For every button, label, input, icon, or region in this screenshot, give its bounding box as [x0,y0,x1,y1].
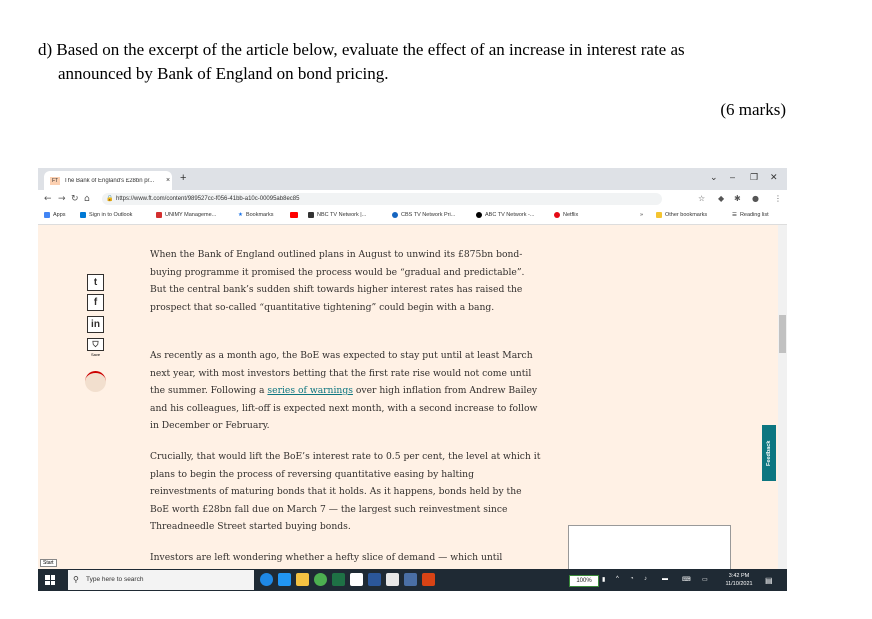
loading-arc [85,371,106,392]
url-text: https://www.ft.com/content/989527cc-f056… [116,196,300,202]
bookmark-save-icon[interactable]: ⛉ [87,338,104,351]
taskbar-clock[interactable]: 3:42 PM 11/10/2021 [719,572,759,588]
search-placeholder: Type here to search [86,576,144,583]
tab-search-icon[interactable]: ⌄ [710,172,718,183]
pdf-icon[interactable] [422,573,435,586]
article-area: t f in ⛉ Save When the Bank of England o… [38,225,778,569]
article-paragraph-2: As recently as a month ago, the BoE was … [150,350,538,431]
chrome-icon[interactable] [314,573,327,586]
app-icon[interactable] [350,573,363,586]
bookmark-bookmarks[interactable]: ★ Bookmarks [238,212,273,218]
back-icon[interactable]: ← [44,194,52,204]
bookmark-cbs[interactable]: CBS TV Network Pri... [392,212,455,218]
facebook-share-icon[interactable]: f [87,294,104,311]
bookmarks-overflow-icon[interactable]: » [640,212,643,218]
reload-icon[interactable]: ↻ [71,194,79,204]
teams-icon[interactable] [386,573,399,586]
save-label: Save [90,352,101,357]
clock-date: 11/10/2021 [725,581,753,587]
bookmark-youtube-icon[interactable] [290,212,301,218]
url-field[interactable]: 🔒 https://www.ft.com/content/989527cc-f0… [102,193,662,205]
home-icon[interactable]: ⌂ [84,194,90,204]
minimize-icon[interactable]: – [730,172,735,182]
scroll-thumb[interactable] [779,315,786,353]
question-line-2: announced by Bank of England on bond pri… [58,64,389,83]
calculator-icon[interactable] [404,573,417,586]
bookmarks-bar: Apps Sign in to Outlook UNIMY Manageme..… [38,208,787,225]
star-icon[interactable]: ☆ [698,194,705,203]
page-scrollbar[interactable] [778,225,787,569]
windows-start-icon[interactable] [45,575,55,585]
puzzle-icon[interactable]: ✱ [734,194,741,203]
bookmark-nbc[interactable]: NBC TV Network |... [308,212,366,218]
tab-bar: FT The Bank of England's £28bn pr... × +… [38,168,787,190]
tab-close-icon[interactable]: × [164,177,172,184]
forward-icon[interactable]: → [58,194,66,204]
other-bookmarks[interactable]: Other bookmarks [656,212,707,218]
profile-avatar-icon[interactable]: ● [752,194,759,203]
lock-icon: 🔒 [106,196,114,202]
marks-label: (6 marks) [720,100,786,119]
bookmark-apps[interactable]: Apps [44,212,66,218]
question-line-1: d) Based on the excerpt of the article b… [38,40,685,59]
tray-chevron-icon[interactable]: ^ [616,576,619,582]
windows-taskbar: ⚲ Type here to search 100% ▮ ^ ◔ ♪ ▬ ⌨ ▭… [38,569,787,591]
twitter-share-icon[interactable]: t [87,274,104,291]
browser-screenshot: FT The Bank of England's £28bn pr... × +… [38,168,787,591]
article-paragraph-4: Investors are left wondering whether a h… [150,552,503,563]
network-icon[interactable]: ▬ [662,576,668,582]
maximize-icon[interactable]: ❐ [750,172,758,183]
new-tab-button[interactable]: + [180,172,186,184]
word-icon[interactable] [368,573,381,586]
battery-icon[interactable]: ▮ [602,576,605,583]
bookmark-abc[interactable]: ABC TV Network -... [476,212,534,218]
search-icon: ⚲ [73,575,79,584]
zoom-badge[interactable]: 100% [569,575,599,587]
bookmark-netflix[interactable]: Netflix [554,212,578,218]
display-icon[interactable]: ▭ [702,576,708,583]
notification-icon[interactable]: ▤ [765,576,773,585]
ft-favicon-icon: FT [50,176,60,185]
article-paragraph-3: Crucially, that would lift the BoE’s int… [150,451,541,532]
volume-icon[interactable]: ♪ [644,576,647,582]
bookmark-outlook[interactable]: Sign in to Outlook [80,212,132,218]
clock-time: 3:42 PM [728,573,750,579]
wifi-icon[interactable]: ◔ [630,576,634,582]
series-of-warnings-link[interactable]: series of warnings [267,385,353,396]
reading-list-icon: ☰ [732,212,737,218]
overlay-box [568,525,731,573]
excel-icon[interactable] [332,573,345,586]
extension-icon[interactable]: ◆ [718,194,724,203]
tab-title: The Bank of England's £28bn pr... [64,177,155,184]
address-bar-row: ← → ↻ ⌂ 🔒 https://www.ft.com/content/989… [38,190,787,208]
store-icon[interactable] [278,573,291,586]
feedback-button[interactable]: Feedback [762,425,776,481]
bookmark-unimy[interactable]: UNIMY Manageme... [156,212,216,218]
taskbar-search-input[interactable]: ⚲ Type here to search [68,570,254,590]
keyboard-icon[interactable]: ⌨ [682,576,691,583]
close-window-icon[interactable]: ✕ [770,172,778,183]
reading-list[interactable]: ☰ Reading list [732,212,769,218]
menu-kebab-icon[interactable]: ⋮ [774,194,782,203]
start-label: Start [40,559,57,567]
article-paragraph-1: When the Bank of England outlined plans … [150,249,525,313]
browser-tab[interactable]: FT The Bank of England's £28bn pr... × [44,171,172,190]
file-explorer-icon[interactable] [296,573,309,586]
edge-icon[interactable] [260,573,273,586]
linkedin-share-icon[interactable]: in [87,316,104,333]
